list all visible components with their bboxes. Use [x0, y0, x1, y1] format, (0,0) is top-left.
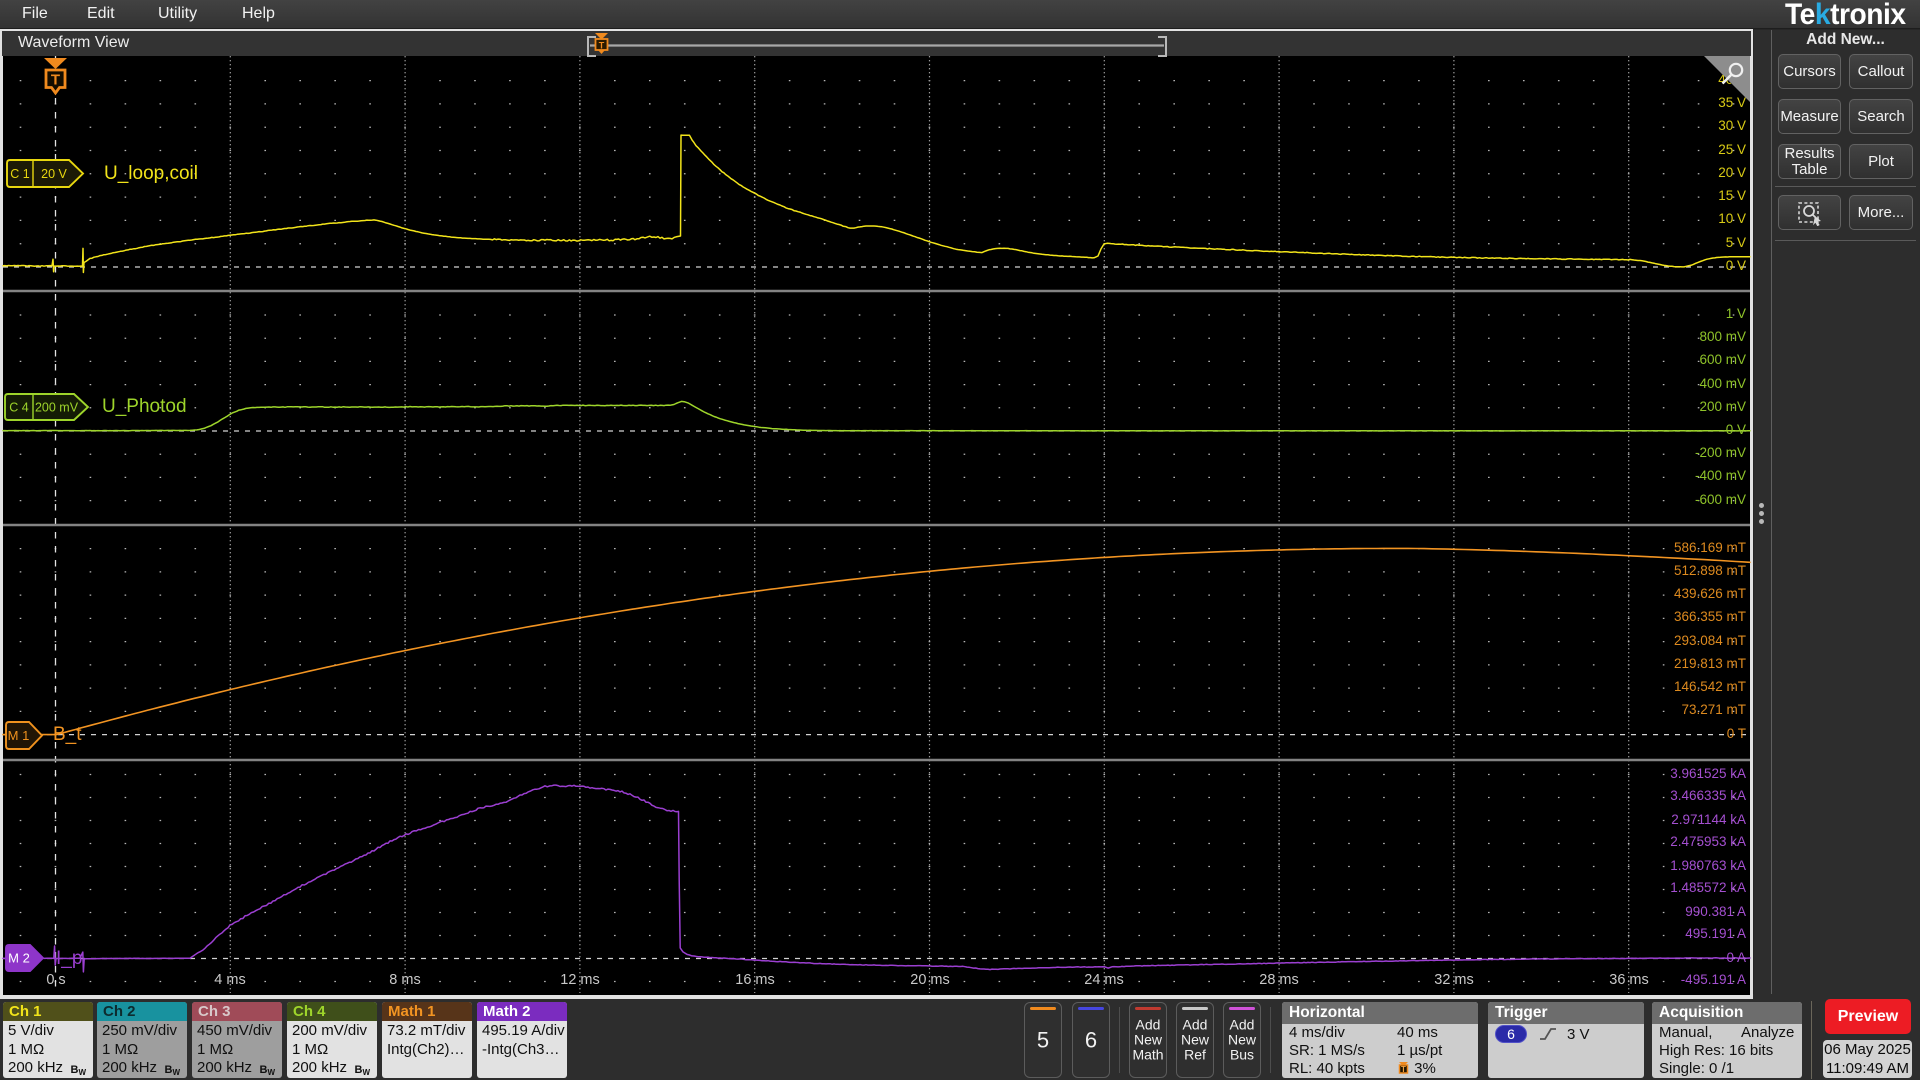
svg-text:T: T — [1401, 1065, 1406, 1074]
